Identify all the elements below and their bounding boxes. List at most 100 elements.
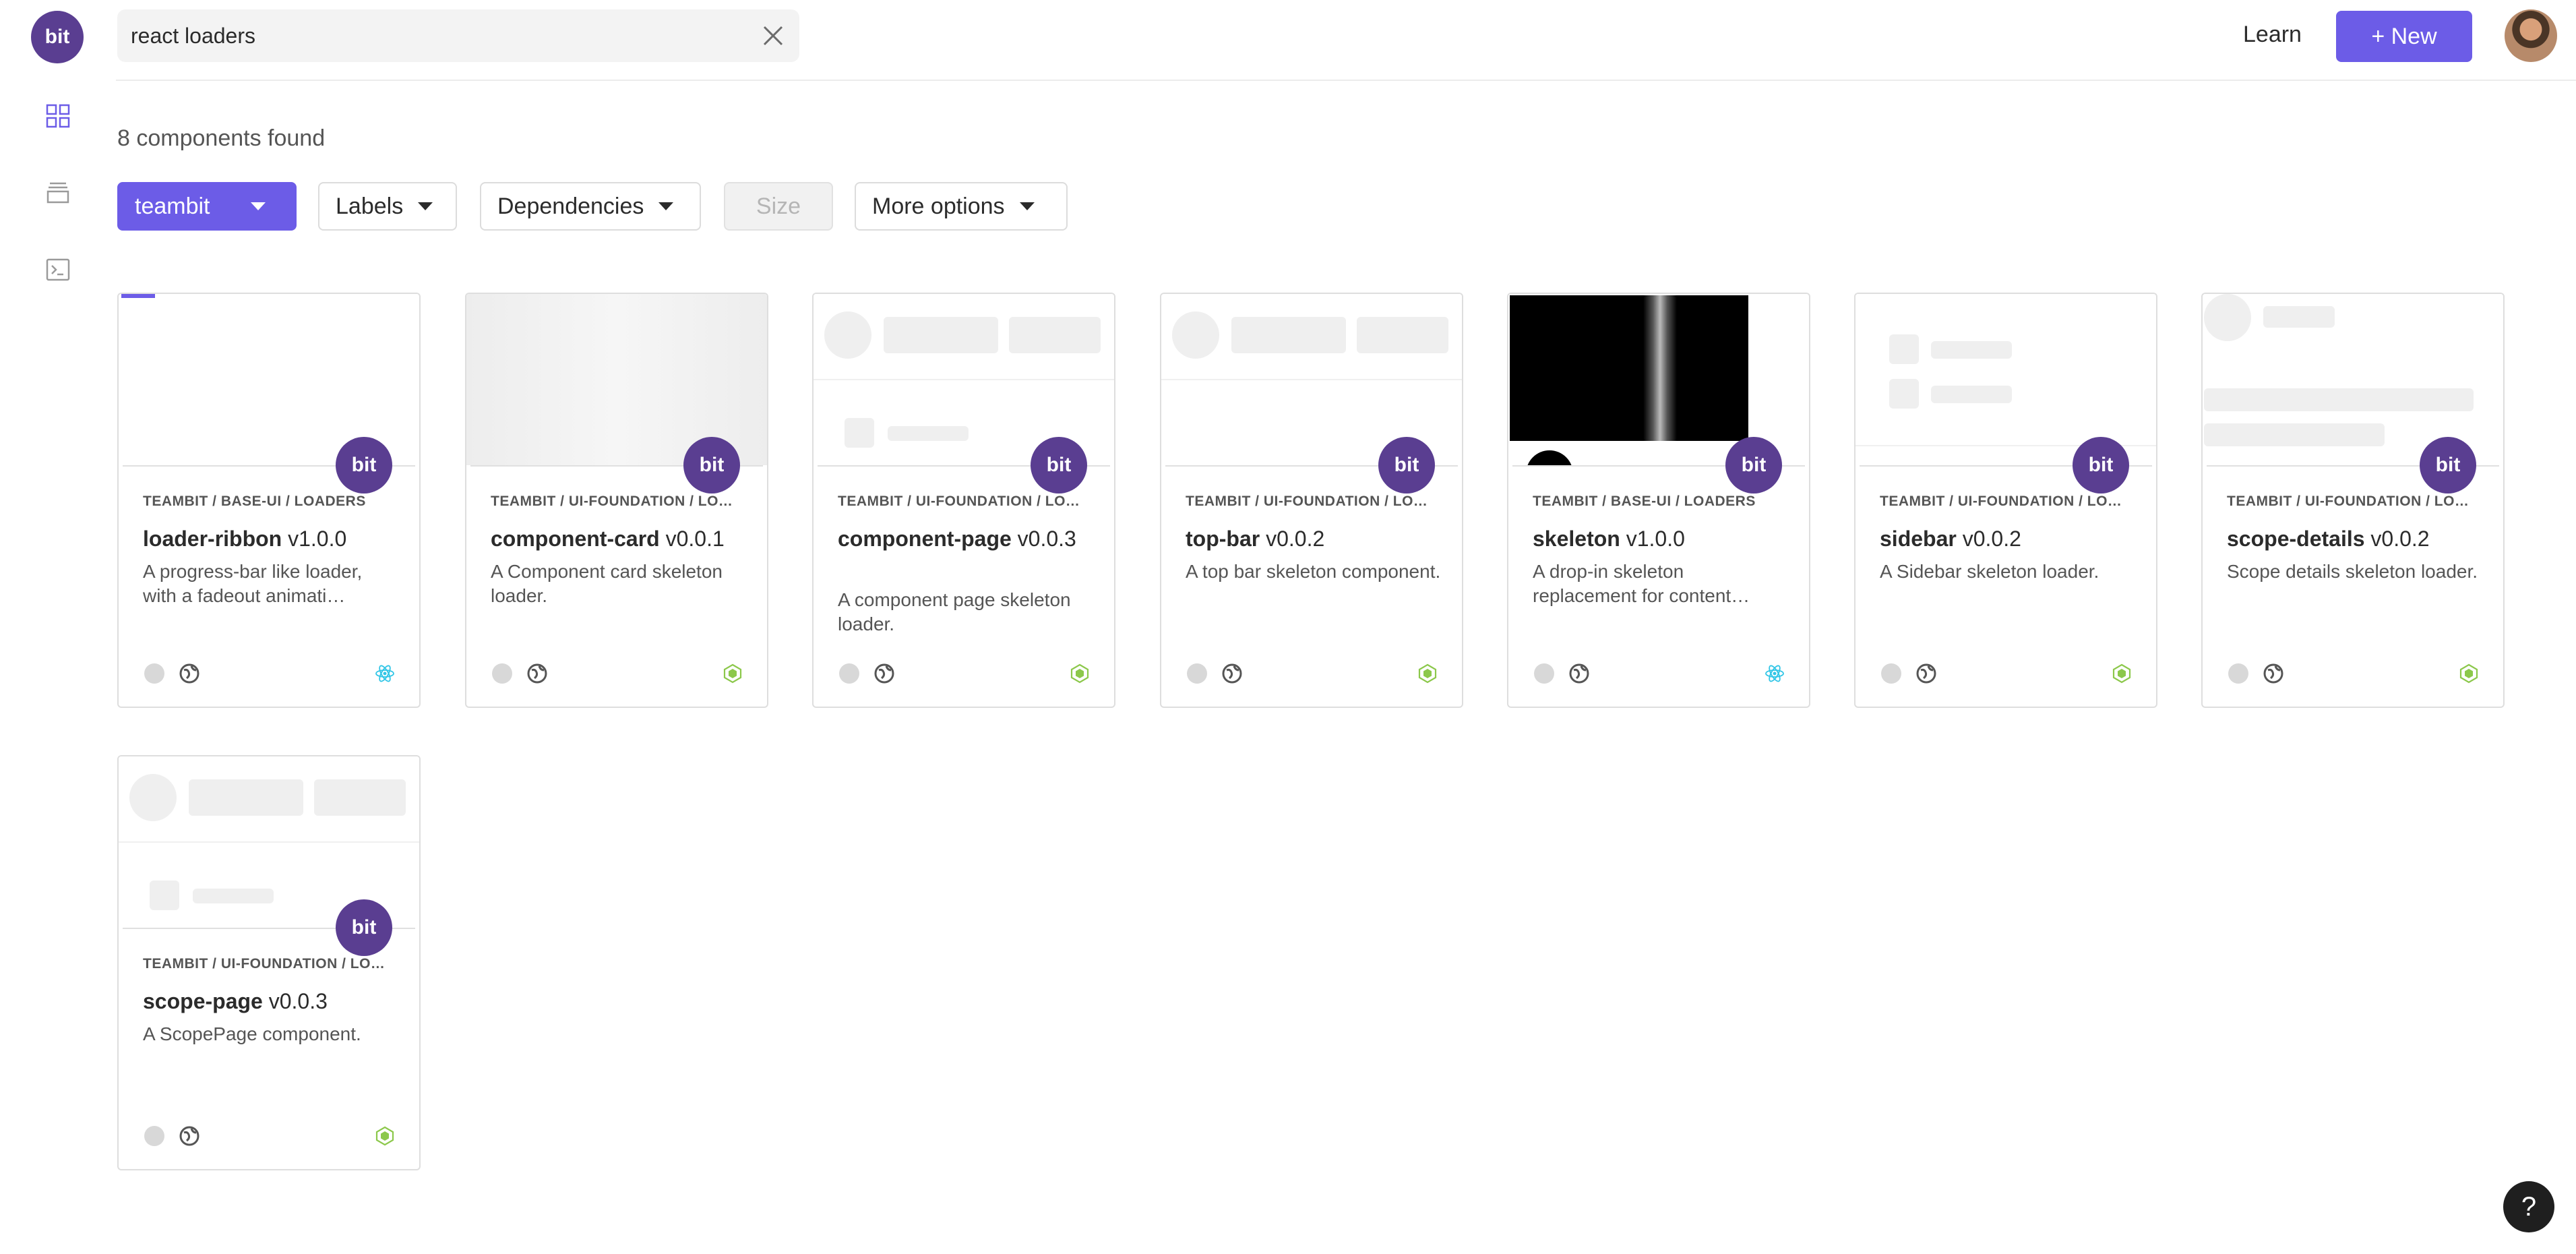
bit-logo[interactable]: bit bbox=[31, 11, 84, 63]
bit-badge: bit bbox=[1031, 437, 1087, 494]
size-filter-label: Size bbox=[756, 193, 801, 219]
ribbon-progress bbox=[121, 294, 155, 298]
component-card[interactable]: bit TEAMBIT / UI-FOUNDATION / LO… sideba… bbox=[1854, 293, 2157, 708]
dependencies-filter-label: Dependencies bbox=[497, 193, 644, 219]
bit-badge: bit bbox=[336, 437, 392, 494]
status-dot bbox=[1534, 663, 1554, 684]
learn-link[interactable]: Learn bbox=[2243, 22, 2302, 48]
status-dot bbox=[2228, 663, 2248, 684]
card-scope: TEAMBIT / UI-FOUNDATION / LO… bbox=[2227, 494, 2470, 509]
card-title: component-page v0.0.3 bbox=[838, 525, 1094, 553]
node-icon bbox=[1070, 663, 1089, 684]
card-version: v0.0.2 bbox=[2370, 527, 2430, 551]
node-icon bbox=[2459, 663, 2478, 684]
size-filter: Size bbox=[724, 182, 833, 231]
labels-filter-label: Labels bbox=[336, 193, 404, 219]
card-name: component-card bbox=[491, 527, 660, 551]
results-count: 8 components found bbox=[117, 125, 326, 151]
stack-icon[interactable] bbox=[44, 179, 71, 206]
dependencies-filter[interactable]: Dependencies bbox=[480, 182, 701, 231]
card-scope: TEAMBIT / UI-FOUNDATION / LO… bbox=[1186, 494, 1428, 509]
card-scope: TEAMBIT / UI-FOUNDATION / LO… bbox=[143, 956, 386, 972]
card-version: v0.0.3 bbox=[1017, 527, 1076, 551]
card-description: A progress-bar like loader, with a fadeo… bbox=[143, 561, 363, 606]
component-card[interactable]: bit TEAMBIT / UI-FOUNDATION / LO… compon… bbox=[812, 293, 1115, 708]
component-card[interactable]: bit TEAMBIT / UI-FOUNDATION / LO… top-ba… bbox=[1160, 293, 1463, 708]
search-input[interactable]: react loaders bbox=[117, 9, 799, 62]
bit-badge: bit bbox=[336, 899, 392, 956]
globe-icon bbox=[179, 1126, 200, 1146]
owner-filter-label: teambit bbox=[135, 193, 210, 219]
header-divider bbox=[116, 80, 2576, 81]
component-card[interactable]: bit TEAMBIT / UI-FOUNDATION / LO… compon… bbox=[465, 293, 768, 708]
chevron-down-icon bbox=[418, 202, 433, 210]
card-title: loader-ribbon v1.0.0 bbox=[143, 525, 399, 553]
component-card[interactable]: bit TEAMBIT / UI-FOUNDATION / LO… scope-… bbox=[2201, 293, 2505, 708]
card-scope: TEAMBIT / BASE-UI / LOADERS bbox=[143, 494, 366, 509]
bit-badge: bit bbox=[683, 437, 740, 494]
card-version: v0.0.2 bbox=[1266, 527, 1325, 551]
terminal-icon[interactable] bbox=[44, 256, 71, 283]
globe-icon bbox=[2263, 663, 2283, 684]
labels-filter[interactable]: Labels bbox=[318, 182, 457, 231]
close-icon[interactable] bbox=[759, 22, 787, 50]
card-title: scope-page v0.0.3 bbox=[143, 987, 399, 1015]
card-description: A drop-in skeleton replacement for conte… bbox=[1533, 561, 1750, 606]
card-name: scope-page bbox=[143, 989, 263, 1013]
card-scope: TEAMBIT / UI-FOUNDATION / LO… bbox=[1880, 494, 2122, 509]
globe-icon bbox=[1916, 663, 1936, 684]
bit-badge: bit bbox=[2420, 437, 2476, 494]
status-dot bbox=[144, 663, 164, 684]
card-title: sidebar v0.0.2 bbox=[1880, 525, 2136, 553]
bit-badge: bit bbox=[2073, 437, 2129, 494]
globe-icon bbox=[179, 663, 200, 684]
card-title: component-card v0.0.1 bbox=[491, 525, 747, 553]
avatar[interactable] bbox=[2505, 9, 2557, 62]
node-icon bbox=[375, 1126, 394, 1146]
new-button[interactable]: + New bbox=[2336, 11, 2472, 62]
grid-icon[interactable] bbox=[44, 102, 71, 129]
bit-badge: bit bbox=[1725, 437, 1782, 494]
left-rail: bit bbox=[0, 0, 115, 1254]
status-dot bbox=[1881, 663, 1901, 684]
card-scope: TEAMBIT / UI-FOUNDATION / LO… bbox=[491, 494, 733, 509]
globe-icon bbox=[874, 663, 894, 684]
node-icon bbox=[2112, 663, 2131, 684]
node-icon bbox=[1418, 663, 1437, 684]
card-scope: TEAMBIT / UI-FOUNDATION / LO… bbox=[838, 494, 1080, 509]
card-name: skeleton bbox=[1533, 527, 1620, 551]
chevron-down-icon bbox=[658, 202, 674, 210]
status-dot bbox=[839, 663, 859, 684]
owner-filter[interactable]: teambit bbox=[117, 182, 297, 231]
card-description: Scope details skeleton loader. bbox=[2227, 561, 2478, 582]
card-name: loader-ribbon bbox=[143, 527, 282, 551]
card-name: component-page bbox=[838, 527, 1012, 551]
component-card[interactable]: bit TEAMBIT / UI-FOUNDATION / LO… scope-… bbox=[117, 755, 421, 1170]
node-icon bbox=[723, 663, 742, 684]
component-card[interactable]: bit TEAMBIT / BASE-UI / LOADERS loader-r… bbox=[117, 293, 421, 708]
card-version: v1.0.0 bbox=[288, 527, 347, 551]
card-title: skeleton v1.0.0 bbox=[1533, 525, 1789, 553]
card-version: v0.0.3 bbox=[268, 989, 328, 1013]
bit-badge: bit bbox=[1378, 437, 1435, 494]
react-icon bbox=[375, 665, 394, 682]
search-value[interactable]: react loaders bbox=[131, 24, 255, 49]
more-options-filter[interactable]: More options bbox=[855, 182, 1068, 231]
card-scope: TEAMBIT / BASE-UI / LOADERS bbox=[1533, 494, 1756, 509]
help-button[interactable]: ? bbox=[2503, 1181, 2554, 1232]
card-version: v1.0.0 bbox=[1626, 527, 1685, 551]
card-description: A Sidebar skeleton loader. bbox=[1880, 561, 2099, 582]
card-title: scope-details v0.0.2 bbox=[2227, 525, 2483, 553]
card-version: v0.0.2 bbox=[1962, 527, 2021, 551]
card-version: v0.0.1 bbox=[665, 527, 725, 551]
card-description: A ScopePage component. bbox=[143, 1023, 361, 1044]
card-name: top-bar bbox=[1186, 527, 1260, 551]
globe-icon bbox=[1222, 663, 1242, 684]
status-dot bbox=[1187, 663, 1207, 684]
card-title: top-bar v0.0.2 bbox=[1186, 525, 1442, 553]
globe-icon bbox=[1569, 663, 1589, 684]
component-card[interactable]: bit TEAMBIT / BASE-UI / LOADERS skeleton… bbox=[1507, 293, 1810, 708]
card-name: scope-details bbox=[2227, 527, 2365, 551]
chevron-down-icon bbox=[1019, 202, 1035, 210]
skeleton-preview bbox=[1510, 295, 1748, 441]
